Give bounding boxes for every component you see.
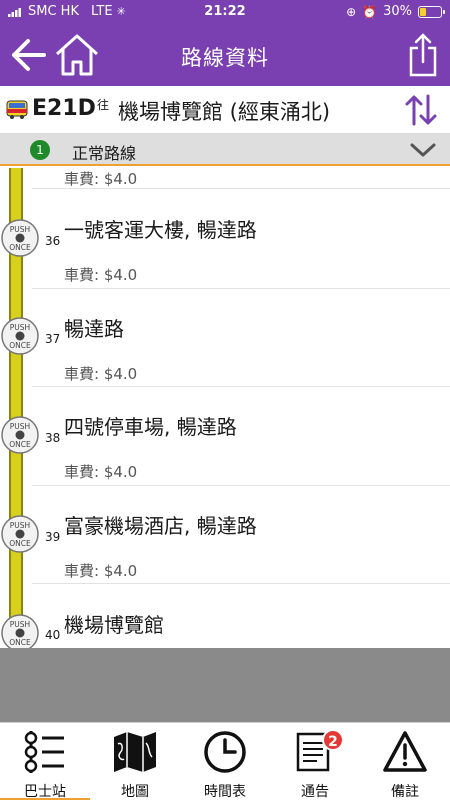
push-label-bottom: ONCE [9,539,31,548]
push-label-top: PUSH [10,521,30,530]
stop-name: 機場博覽館 [64,613,164,637]
battery-percent: 30% [383,4,412,19]
stop-fare: 車費: $4.0 [64,266,138,284]
bus-icon [6,100,28,119]
page-title: 路線資料 [181,46,269,70]
tab-label: 通告 [301,784,329,800]
stop-sequence: 36 [45,234,61,248]
tab-bus-stops[interactable]: 巴士站 [0,723,90,800]
push-once-button[interactable]: PUSH ONCE [1,614,39,648]
tab-notices[interactable]: 2 通告 [270,723,360,800]
push-label-bottom: ONCE [9,341,31,350]
push-label-bottom: ONCE [9,638,31,647]
rotation-lock-icon: ⊕ [346,4,357,19]
warning-icon [383,731,427,772]
notification-badge: 2 [322,729,344,751]
stop-list[interactable]: 車費: $4.0 PUSH ONCE 36 一號客運大樓, 暢達路 車費: $4… [0,168,450,648]
stop-fare: 車費: $4.0 [64,365,138,383]
stop-fare: 車費: $4.0 [64,170,138,188]
push-once-button[interactable]: PUSH ONCE [1,515,39,553]
battery-fill [420,7,426,16]
push-label-top: PUSH [10,422,30,431]
tab-label: 地圖 [121,784,149,800]
swap-direction-icon[interactable] [404,94,438,126]
route-number: E21D [32,96,96,121]
row-divider [32,188,450,189]
push-label-top: PUSH [10,225,30,234]
tab-timetable[interactable]: 時間表 [180,723,270,800]
push-label-bottom: ONCE [9,243,31,252]
tab-bar: 巴士站 地圖 時間表 2 通告 備註 [0,722,450,800]
empty-area [0,648,450,722]
route-towards-label: 往 [97,98,110,112]
stop-sequence: 40 [45,628,61,642]
route-variant-selector[interactable]: 1 正常路線 [0,134,450,166]
stop-sequence: 37 [45,332,61,346]
status-right: ⊕ ⏰ 30% [346,4,445,19]
push-once-button[interactable]: PUSH ONCE [1,317,39,355]
row-divider [32,583,450,584]
chevron-down-icon[interactable] [410,140,436,160]
tab-map[interactable]: 地圖 [90,723,180,800]
stop-fare: 車費: $4.0 [64,463,138,481]
push-label-top: PUSH [10,323,30,332]
tab-label: 時間表 [204,784,246,800]
map-icon [114,732,156,772]
stop-name: 暢達路 [64,317,124,341]
stop-sequence: 38 [45,431,61,445]
variant-number-badge: 1 [30,140,50,160]
stop-name: 一號客運大樓, 暢達路 [64,218,257,242]
route-destination: 機場博覽館 (經東涌北) [118,100,331,124]
share-icon[interactable] [408,32,438,78]
status-bar: SMC HK LTE ✳ 21:22 ⊕ ⏰ 30% [0,0,450,24]
alarm-icon: ⏰ [362,4,378,19]
push-once-button[interactable]: PUSH ONCE [1,219,39,257]
clock-icon [204,731,246,773]
battery-icon [418,5,445,18]
bus-stop-list-icon [24,731,64,773]
push-label-top: PUSH [10,620,30,629]
stop-name: 富豪機場酒店, 暢達路 [64,514,257,538]
row-divider [32,485,450,486]
nav-bar: 路線資料 [0,24,450,86]
tab-label: 備註 [391,784,419,800]
route-header: E21D 往 機場博覽館 (經東涌北) [0,86,450,134]
stop-sequence: 39 [45,530,61,544]
tab-label: 巴士站 [24,784,66,800]
tab-remarks[interactable]: 備註 [360,723,450,800]
push-label-bottom: ONCE [9,440,31,449]
variant-label: 正常路線 [72,144,137,163]
row-divider [32,288,450,289]
row-divider [32,386,450,387]
push-once-button[interactable]: PUSH ONCE [1,416,39,454]
stop-name: 四號停車場, 暢達路 [64,415,237,439]
stop-fare: 車費: $4.0 [64,562,138,580]
